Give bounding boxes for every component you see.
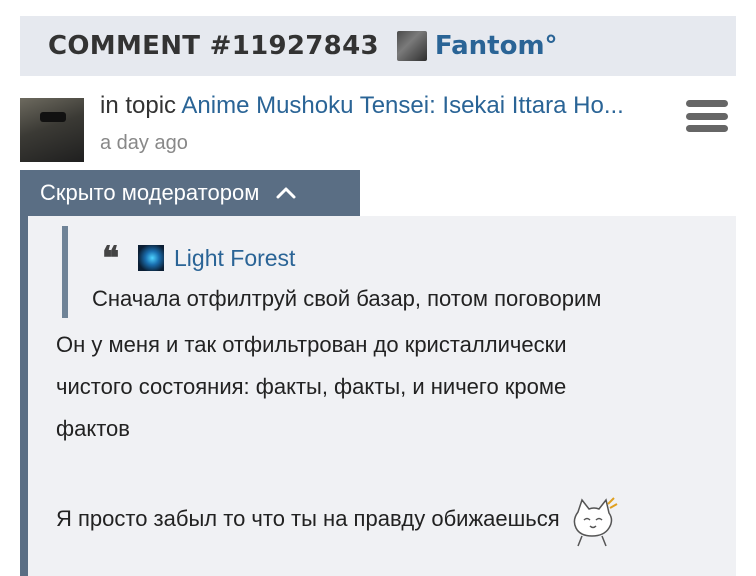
quote-header: ❝ Light Forest — [102, 242, 295, 274]
body-line: Он у меня и так отфильтрован до кристалл… — [56, 332, 567, 357]
moderation-label: Скрыто модератором — [40, 180, 260, 205]
topic-link[interactable]: Anime Mushoku Tensei: Isekai Ittara Ho..… — [181, 92, 623, 119]
comment-title: COMMENT #11927843 — [48, 31, 379, 61]
quote-text: Сначала отфилтруй свой базар, потом пого… — [92, 286, 602, 311]
author-avatar-small[interactable] — [396, 31, 427, 61]
body-line: чистого состояния: факты, факты, и ничег… — [56, 374, 567, 399]
comment-menu-button[interactable] — [686, 100, 728, 132]
author-username[interactable]: Fantom° — [435, 31, 558, 61]
body-line-last: Я просто забыл то что ты на правду обижа… — [56, 492, 716, 548]
quote-author-link[interactable]: Light Forest — [174, 245, 295, 272]
comment-content: ❝ Light Forest Сначала отфилтруй свой ба… — [20, 216, 736, 576]
quote-icon: ❝ — [102, 239, 120, 277]
quote-author-avatar[interactable] — [138, 245, 164, 271]
chevron-up-icon — [276, 187, 296, 199]
cat-sticker-icon — [573, 497, 618, 547]
moderation-toggle[interactable]: Скрыто модератором — [20, 170, 360, 216]
body-line: фактов — [56, 416, 130, 441]
in-topic-prefix: in topic — [100, 92, 177, 119]
author-avatar[interactable] — [20, 98, 84, 162]
topic-line: in topic Anime Mushoku Tensei: Isekai It… — [100, 92, 670, 120]
body-line: Я просто забыл то что ты на правду обижа… — [56, 506, 560, 531]
comment-time: a day ago — [100, 132, 188, 154]
comment-body: Он у меня и так отфильтрован до кристалл… — [56, 324, 716, 548]
hamburger-icon — [686, 100, 728, 107]
comment-header: COMMENT #11927843 Fantom° — [20, 16, 736, 76]
